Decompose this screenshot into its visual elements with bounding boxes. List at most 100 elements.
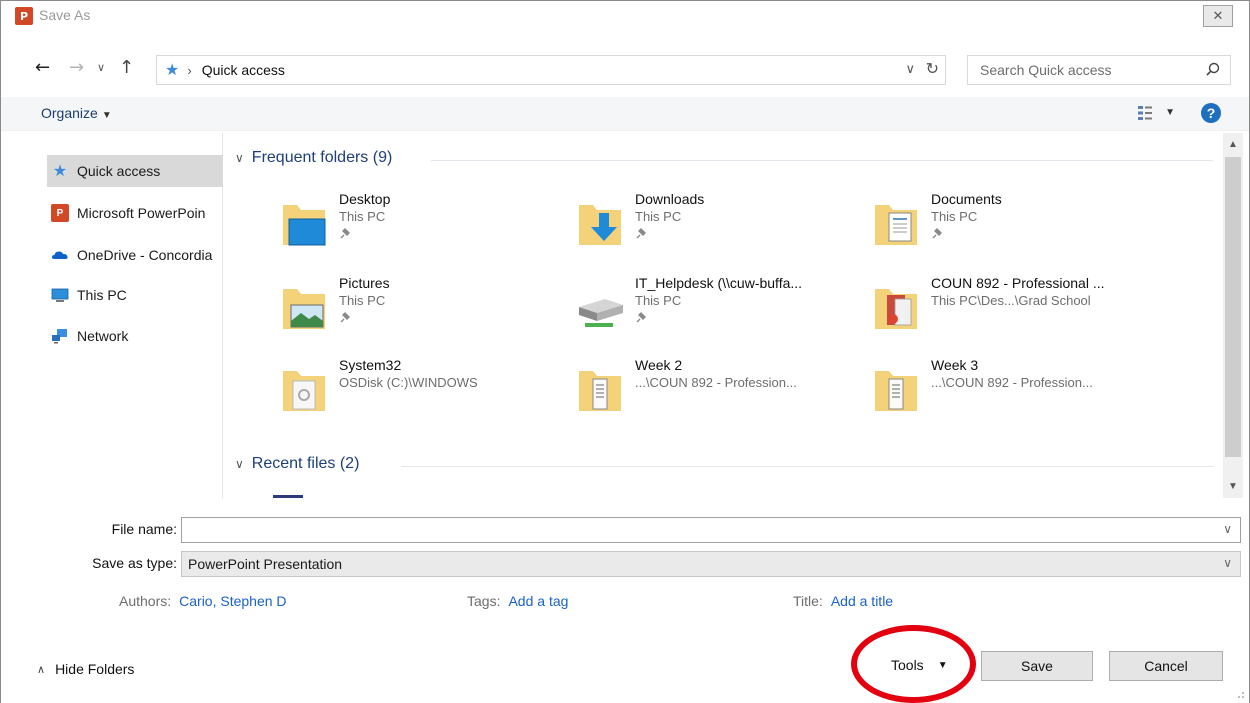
tools-label: Tools [891,657,924,673]
sidebar-item-powerpoint[interactable]: P Microsoft PowerPoin [47,197,223,229]
search-input[interactable] [980,62,1190,78]
folder-tile-downloads[interactable]: Downloads This PC [575,191,865,261]
address-bar[interactable]: ★ › Quick access ∨ ↻ [156,55,946,85]
sidebar-item-this-pc[interactable]: This PC [47,279,223,311]
tags-label: Tags: [467,593,501,609]
powerpoint-icon: P [51,204,69,222]
file-list-view: ∨ Frequent folders (9) Desktop This PC D… [225,133,1223,498]
folder-location: OSDisk (C:)\WINDOWS [339,375,478,390]
scrollbar-thumb[interactable] [1225,157,1241,457]
save-type-select[interactable]: PowerPoint Presentation ∨ [181,551,1241,577]
caret-down-icon: ▼ [937,659,948,671]
view-options-caret-icon[interactable]: ▼ [1165,107,1175,118]
navigation-row: ← → ∨ ↑ ★ › Quick access ∨ ↻ [1,51,1249,87]
command-toolbar: Organize ▼ ▼ ? [1,97,1249,131]
recent-file-thumbnail[interactable] [273,495,303,498]
hide-folders-label: Hide Folders [55,661,135,677]
sidebar-item-onedrive[interactable]: OneDrive - Concordia [47,239,223,271]
folder-tile-coun-892[interactable]: COUN 892 - Professional ... This PC\Des.… [871,275,1161,345]
title-value[interactable]: Add a title [831,593,893,609]
change-view-icon[interactable] [1137,105,1153,121]
folder-name: Downloads [635,191,705,207]
cancel-button[interactable]: Cancel [1109,651,1223,681]
save-type-dropdown-icon[interactable]: ∨ [1223,556,1232,570]
scroll-up-icon[interactable]: ▲ [1228,139,1238,150]
file-name-field[interactable]: ∨ [181,517,1241,543]
folder-tile-system32[interactable]: System32 OSDisk (C:)\WINDOWS [279,357,569,427]
scroll-down-icon[interactable]: ▼ [1228,481,1238,492]
downloads-folder-icon [579,205,621,245]
breadcrumb-separator-icon[interactable]: › [187,63,191,78]
title-meta: Title: Add a title [793,593,893,609]
file-name-input[interactable] [188,522,1208,538]
refresh-icon[interactable]: ↻ [926,59,939,78]
close-button[interactable]: ✕ [1203,5,1233,27]
network-drive-icon [579,299,623,327]
organize-menu-button[interactable]: Organize ▼ [41,105,112,121]
frequent-folders-title: Frequent folders (9) [251,149,393,166]
pin-icon [636,312,646,323]
sidebar-item-label: Network [77,328,129,344]
collapse-chevron-icon[interactable]: ∨ [235,151,244,165]
save-options-panel: File name: ∨ Save as type: PowerPoint Pr… [1,503,1249,703]
pin-icon [932,228,942,239]
group-divider [401,466,1213,467]
frequent-folders-header[interactable]: ∨ Frequent folders (9) [235,149,392,167]
folder-tile-week-3[interactable]: Week 3 ...\COUN 892 - Profession... [871,357,1161,427]
tools-menu-button[interactable]: Tools ▼ [891,657,948,673]
folder-tile-desktop[interactable]: Desktop This PC [279,191,569,261]
network-icon [52,329,67,344]
address-dropdown-icon[interactable]: ∨ [905,61,915,77]
recent-files-header[interactable]: ∨ Recent files (2) [235,455,359,473]
up-arrow-icon[interactable]: ↑ [119,57,134,78]
vertical-scrollbar[interactable]: ▲ ▼ [1223,133,1243,498]
window-title: Save As [39,7,91,23]
folder-tile-it-helpdesk[interactable]: IT_Helpdesk (\\cuw-buffa... This PC [575,275,865,345]
sidebar-item-label: OneDrive - Concordia [77,247,213,263]
recent-locations-chevron-icon[interactable]: ∨ [97,61,105,74]
tags-value[interactable]: Add a tag [508,593,568,609]
star-icon: ★ [52,163,68,180]
folder-name: COUN 892 - Professional ... [931,275,1105,291]
collapse-chevron-icon[interactable]: ∨ [235,457,244,471]
folder-icon [875,371,917,411]
back-arrow-icon[interactable]: ← [35,57,50,78]
folder-icon [579,371,621,411]
folder-tile-week-2[interactable]: Week 2 ...\COUN 892 - Profession... [575,357,865,427]
pin-icon [340,228,350,239]
folder-location: This PC [339,293,386,308]
navigation-pane: ★ Quick access P Microsoft PowerPoin One… [1,133,223,498]
breadcrumb-location[interactable]: Quick access [202,62,285,78]
sidebar-item-label: Quick access [77,163,161,179]
file-name-dropdown-icon[interactable]: ∨ [1223,522,1232,536]
hide-folders-button[interactable]: ∧ Hide Folders [37,661,134,677]
authors-value[interactable]: Cario, Stephen D [179,593,286,609]
save-button[interactable]: Save [981,651,1093,681]
folder-name: Week 2 [635,357,683,373]
search-icon[interactable] [1206,62,1220,76]
recent-files-title: Recent files (2) [251,455,360,472]
system-folder-icon [283,371,325,411]
help-icon[interactable]: ? [1201,103,1221,123]
onedrive-icon [52,251,68,259]
group-divider [431,160,1213,161]
save-type-label: Save as type: [92,555,177,571]
folder-name: System32 [339,357,402,373]
forward-arrow-icon[interactable]: → [69,57,84,78]
quick-access-star-icon: ★ [165,62,180,79]
folder-location: This PC\Des...\Grad School [931,293,1091,308]
folder-tile-documents[interactable]: Documents This PC [871,191,1161,261]
authors-label: Authors: [119,593,172,609]
folder-location: This PC [635,209,682,224]
folder-location: This PC [635,293,682,308]
sidebar-item-quick-access[interactable]: ★ Quick access [47,155,223,187]
sidebar-item-network[interactable]: Network [47,320,223,352]
folder-location: This PC [931,209,978,224]
sidebar-item-label: This PC [77,287,127,303]
folder-tile-pictures[interactable]: Pictures This PC [279,275,569,345]
folder-location: ...\COUN 892 - Profession... [635,375,797,390]
desktop-folder-icon [283,205,326,246]
resize-grip-icon[interactable] [1235,689,1245,699]
search-box[interactable] [967,55,1231,85]
tags-meta: Tags: Add a tag [467,593,568,609]
